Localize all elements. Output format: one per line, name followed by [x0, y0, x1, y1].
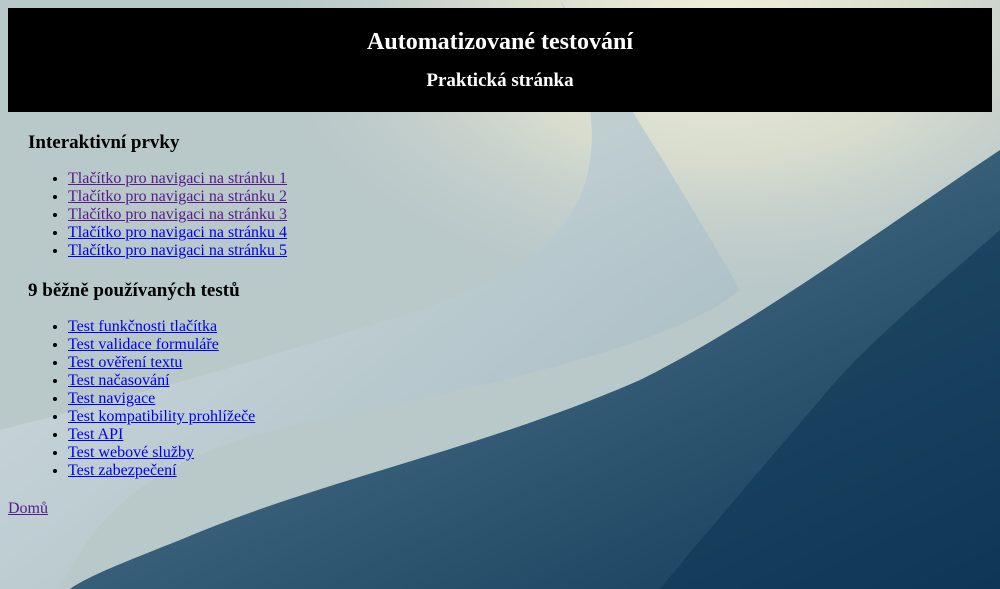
list-item: Tlačítko pro navigaci na stránku 2: [68, 188, 992, 206]
list-item: Tlačítko pro navigaci na stránku 4: [68, 224, 992, 242]
page: Automatizované testování Praktická strán…: [0, 0, 1000, 526]
nav-link-page-1[interactable]: Tlačítko pro navigaci na stránku 1: [68, 170, 287, 187]
test-link-browser-compat[interactable]: Test kompatibility prohlížeče: [68, 408, 255, 425]
list-item: Tlačítko pro navigaci na stránku 3: [68, 206, 992, 224]
home-link[interactable]: Domů: [8, 500, 992, 518]
page-header: Automatizované testování Praktická strán…: [8, 8, 992, 112]
test-link-button[interactable]: Test funkčnosti tlačítka: [68, 318, 217, 335]
test-link-form-validation[interactable]: Test validace formuláře: [68, 336, 219, 353]
test-link-navigation[interactable]: Test navigace: [68, 390, 155, 407]
nav-link-page-4[interactable]: Tlačítko pro navigaci na stránku 4: [68, 224, 287, 241]
list-item: Test funkčnosti tlačítka: [68, 318, 992, 336]
list-item: Test ověření textu: [68, 354, 992, 372]
nav-link-page-5[interactable]: Tlačítko pro navigaci na stránku 5: [68, 242, 287, 259]
list-item: Test API: [68, 426, 992, 444]
nav-link-page-2[interactable]: Tlačítko pro navigaci na stránku 2: [68, 188, 287, 205]
page-title: Automatizované testování: [367, 29, 633, 55]
page-subtitle: Praktická stránka: [426, 70, 574, 91]
list-item: Test navigace: [68, 390, 992, 408]
tests-heading: 9 běžně používaných testů: [28, 280, 240, 301]
tests-list: Test funkčnosti tlačítka Test validace f…: [28, 318, 992, 480]
main-content: Interaktivní prvky Tlačítko pro navigaci…: [8, 132, 992, 480]
test-link-api[interactable]: Test API: [68, 426, 123, 443]
test-link-text-verification[interactable]: Test ověření textu: [68, 354, 182, 371]
list-item: Test webové služby: [68, 444, 992, 462]
list-item: Tlačítko pro navigaci na stránku 5: [68, 242, 992, 260]
list-item: Test kompatibility prohlížeče: [68, 408, 992, 426]
test-link-security[interactable]: Test zabezpečení: [68, 462, 177, 479]
list-item: Test načasování: [68, 372, 992, 390]
test-link-timing[interactable]: Test načasování: [68, 372, 170, 389]
list-item: Test validace formuláře: [68, 336, 992, 354]
list-item: Test zabezpečení: [68, 462, 992, 480]
interactive-heading: Interaktivní prvky: [28, 132, 180, 153]
nav-link-page-3[interactable]: Tlačítko pro navigaci na stránku 3: [68, 206, 287, 223]
interactive-list: Tlačítko pro navigaci na stránku 1 Tlačí…: [28, 170, 992, 260]
test-link-web-service[interactable]: Test webové služby: [68, 444, 194, 461]
list-item: Tlačítko pro navigaci na stránku 1: [68, 170, 992, 188]
